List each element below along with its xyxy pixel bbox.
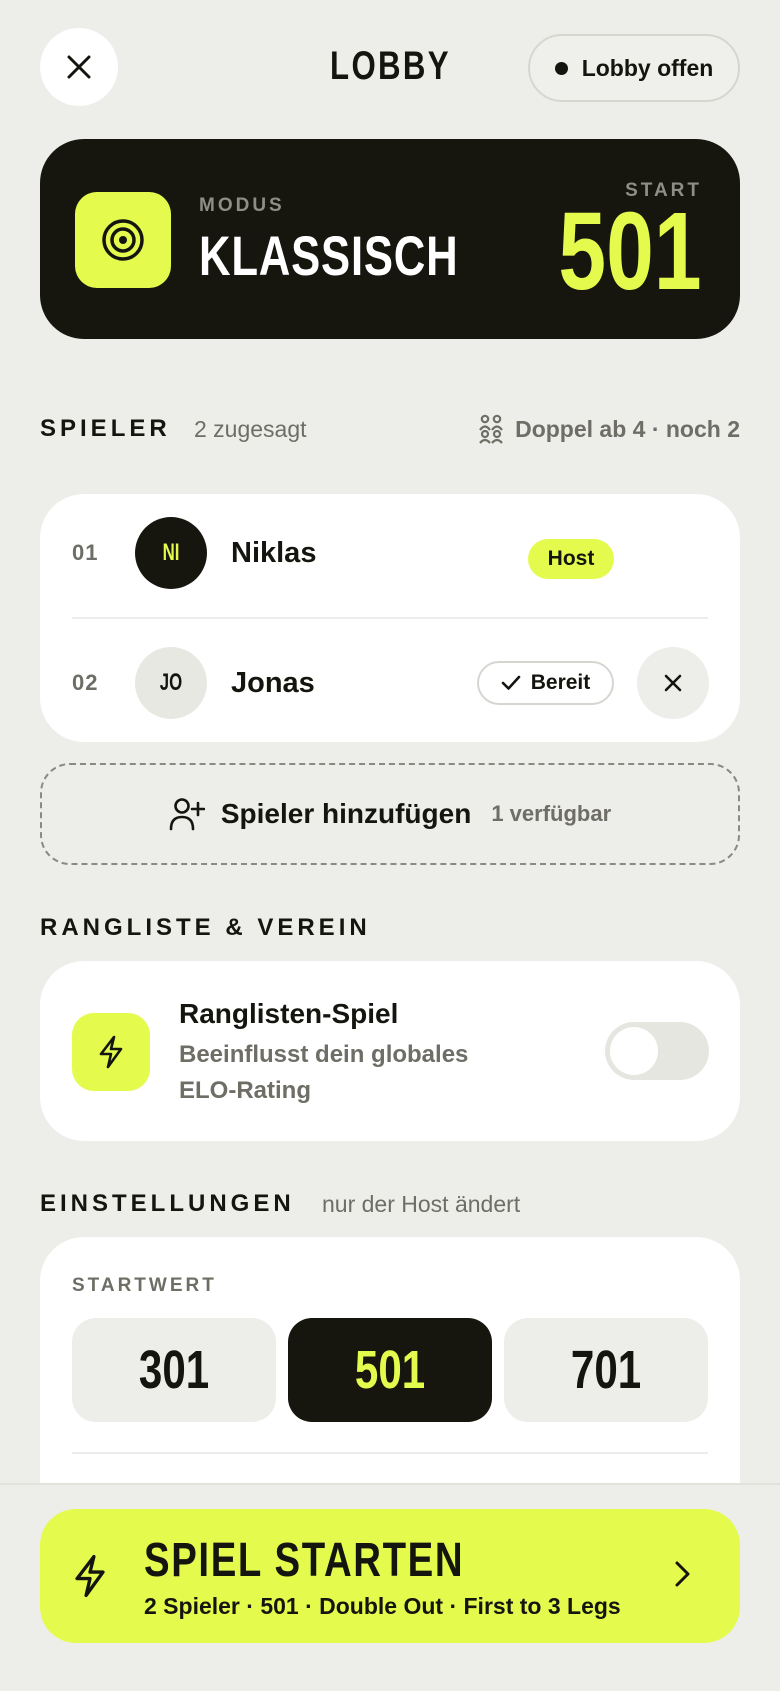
ready-label: Bereit	[530, 671, 591, 694]
lobby-status-label: Lobby offen	[581, 54, 714, 81]
divider	[72, 1452, 708, 1454]
close-icon	[664, 674, 682, 692]
players-card: 01 NI Niklas Host 02 JO Jonas Bereit	[40, 494, 740, 742]
settings-subtitle: nur der Host ändert	[322, 1191, 521, 1217]
players-heading: SPIELER	[40, 415, 171, 442]
avatar: NI	[135, 517, 207, 589]
player-row[interactable]: 02 JO Jonas Bereit	[40, 624, 740, 742]
lightning-icon	[72, 1013, 150, 1091]
available-count: 1 verfügbar	[491, 801, 612, 826]
start-option-301[interactable]: 301	[72, 1318, 276, 1422]
player-number: 01	[72, 540, 99, 565]
ranked-description: Beeinflusst dein globales ELO-Rating	[179, 1041, 469, 1104]
start-game-title: SPIEL STARTEN	[144, 1534, 465, 1587]
target-icon	[75, 192, 171, 288]
ranked-game-card: Ranglisten-Spiel Beeinflusst dein global…	[40, 961, 740, 1141]
ranking-heading: RANGLISTE & VEREIN	[40, 914, 371, 941]
players-subtitle: 2 zugesagt	[194, 416, 307, 442]
ready-badge: Bereit	[477, 661, 614, 705]
lightning-icon	[75, 1554, 105, 1598]
host-badge: Host	[528, 539, 614, 579]
player-name: Niklas	[231, 536, 317, 569]
mode-label: MODUS	[199, 195, 285, 216]
add-player-button[interactable]: Spieler hinzufügen 1 verfügbar	[40, 763, 740, 865]
people-icon	[479, 414, 503, 444]
ranked-title: Ranglisten-Spiel	[179, 998, 399, 1029]
start-option-501[interactable]: 501	[288, 1318, 492, 1422]
start-value: 501	[558, 190, 702, 313]
start-option-701[interactable]: 701	[504, 1318, 708, 1422]
doubles-info-label: Doppel ab 4 · noch 2	[515, 415, 740, 442]
toggle-knob	[610, 1027, 658, 1075]
game-summary: 2 Spieler · 501 · Double Out · First to …	[144, 1593, 621, 1619]
mode-card: MODUS KLASSISCH START 501	[40, 139, 740, 339]
ranked-toggle[interactable]	[605, 1022, 709, 1080]
player-number: 02	[72, 670, 99, 695]
remove-player-button[interactable]	[637, 647, 709, 719]
start-game-button[interactable]: SPIEL STARTEN 2 Spieler · 501 · Double O…	[40, 1509, 740, 1643]
chevron-right-icon	[675, 1561, 690, 1587]
lobby-status-badge[interactable]: Lobby offen	[528, 34, 740, 102]
player-row[interactable]: 01 NI Niklas Host	[40, 494, 740, 612]
check-icon	[501, 675, 521, 690]
settings-heading: EINSTELLUNGEN	[40, 1190, 295, 1217]
status-dot-icon	[554, 61, 568, 75]
avatar: JO	[135, 647, 207, 719]
divider	[72, 617, 708, 619]
doubles-info: Doppel ab 4 · noch 2	[477, 414, 740, 444]
mode-name: KLASSISCH	[199, 224, 459, 287]
add-user-icon	[169, 798, 205, 831]
player-name: Jonas	[231, 666, 315, 699]
add-player-label: Spieler hinzufügen	[220, 798, 472, 829]
start-value-label: STARTWERT	[72, 1275, 217, 1296]
